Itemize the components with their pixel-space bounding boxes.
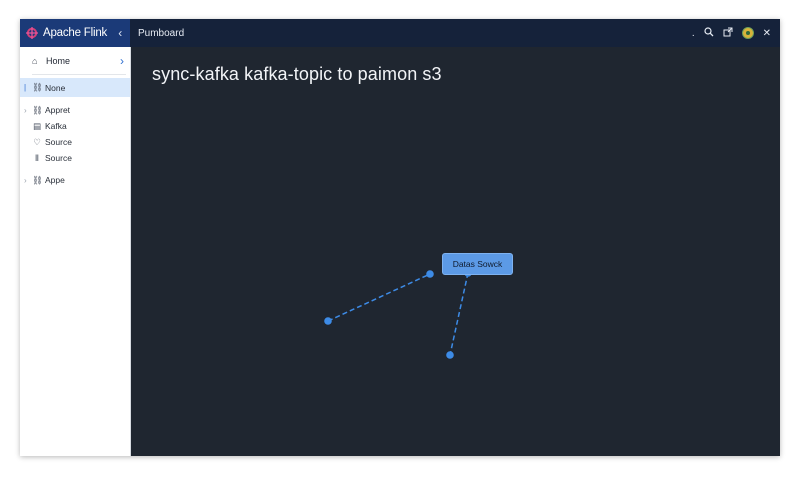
sidebar-item-appe[interactable]: › ⛓ Appe [20,172,130,188]
app-window: Apache Flink ‹ ⌂ Home › | ⛓ None › ⛓ App… [20,19,780,456]
link-icon: ⛓ [32,174,43,185]
header-tools: . ✕ [691,26,771,40]
graph-port-4 [446,351,454,359]
brand-name: Apache Flink [43,27,108,39]
sidebar-item-label: Source [45,153,72,163]
sidebar-item-source-2[interactable]: Ⅱ Source [20,150,130,166]
sidebar-item-label: Appret [45,105,71,115]
page-header-title: Pumboard [138,27,185,39]
graph-node-datas-sowck[interactable]: Datas Sowck [442,253,513,275]
sidebar-item-source[interactable]: ♡ Source [20,134,130,150]
sidebar-item-label: Appe [45,175,65,185]
search-icon[interactable] [704,26,714,40]
graph-edge-2 [449,272,469,356]
graph-port-1 [324,317,332,325]
active-marker-icon: | [24,83,27,92]
flink-logo [26,27,38,39]
pipeline-graph [324,269,472,359]
top-bar: Pumboard . ✕ [130,19,780,47]
external-icon[interactable] [723,27,733,40]
graph-edge-1 [327,273,431,322]
sidebar-item-none[interactable]: | ⛓ None [20,78,130,97]
caret-right-icon[interactable]: › [24,106,32,115]
chevron-right-icon[interactable]: › [120,54,124,68]
sidebar-item-label: Kafka [45,121,67,131]
home-icon: ⌂ [32,56,38,66]
dot-indicator: . [691,27,695,39]
chevron-left-icon[interactable]: ‹ [118,26,122,40]
sidebar-item-label: None [45,82,66,93]
sidebar-item-kafka[interactable]: ▤ Kafka [20,118,130,134]
divider [32,74,126,75]
link-icon: ⛓ [32,104,43,115]
caret-right-icon[interactable]: › [24,176,32,185]
graph-port-2 [426,270,434,278]
close-icon[interactable]: ✕ [763,28,771,39]
shield-icon: ♡ [33,136,41,147]
sidebar-item-appret[interactable]: › ⛓ Appret [20,102,130,118]
sidebar-item-label: Source [45,137,72,147]
avatar[interactable] [741,27,754,39]
sidebar: Apache Flink ‹ ⌂ Home › | ⛓ None › ⛓ App… [20,19,131,456]
brand-bar: Apache Flink ‹ [20,19,130,47]
link-icon: ⛓ [32,82,43,92]
main-canvas: sync-kafka kafka-topic to paimon s3 Data… [130,47,780,456]
columns-icon: Ⅱ [34,152,40,163]
sidebar-item-home[interactable]: ⌂ Home › [20,50,130,72]
table-icon: ▤ [32,120,42,131]
sidebar-item-label: Home [46,56,71,66]
